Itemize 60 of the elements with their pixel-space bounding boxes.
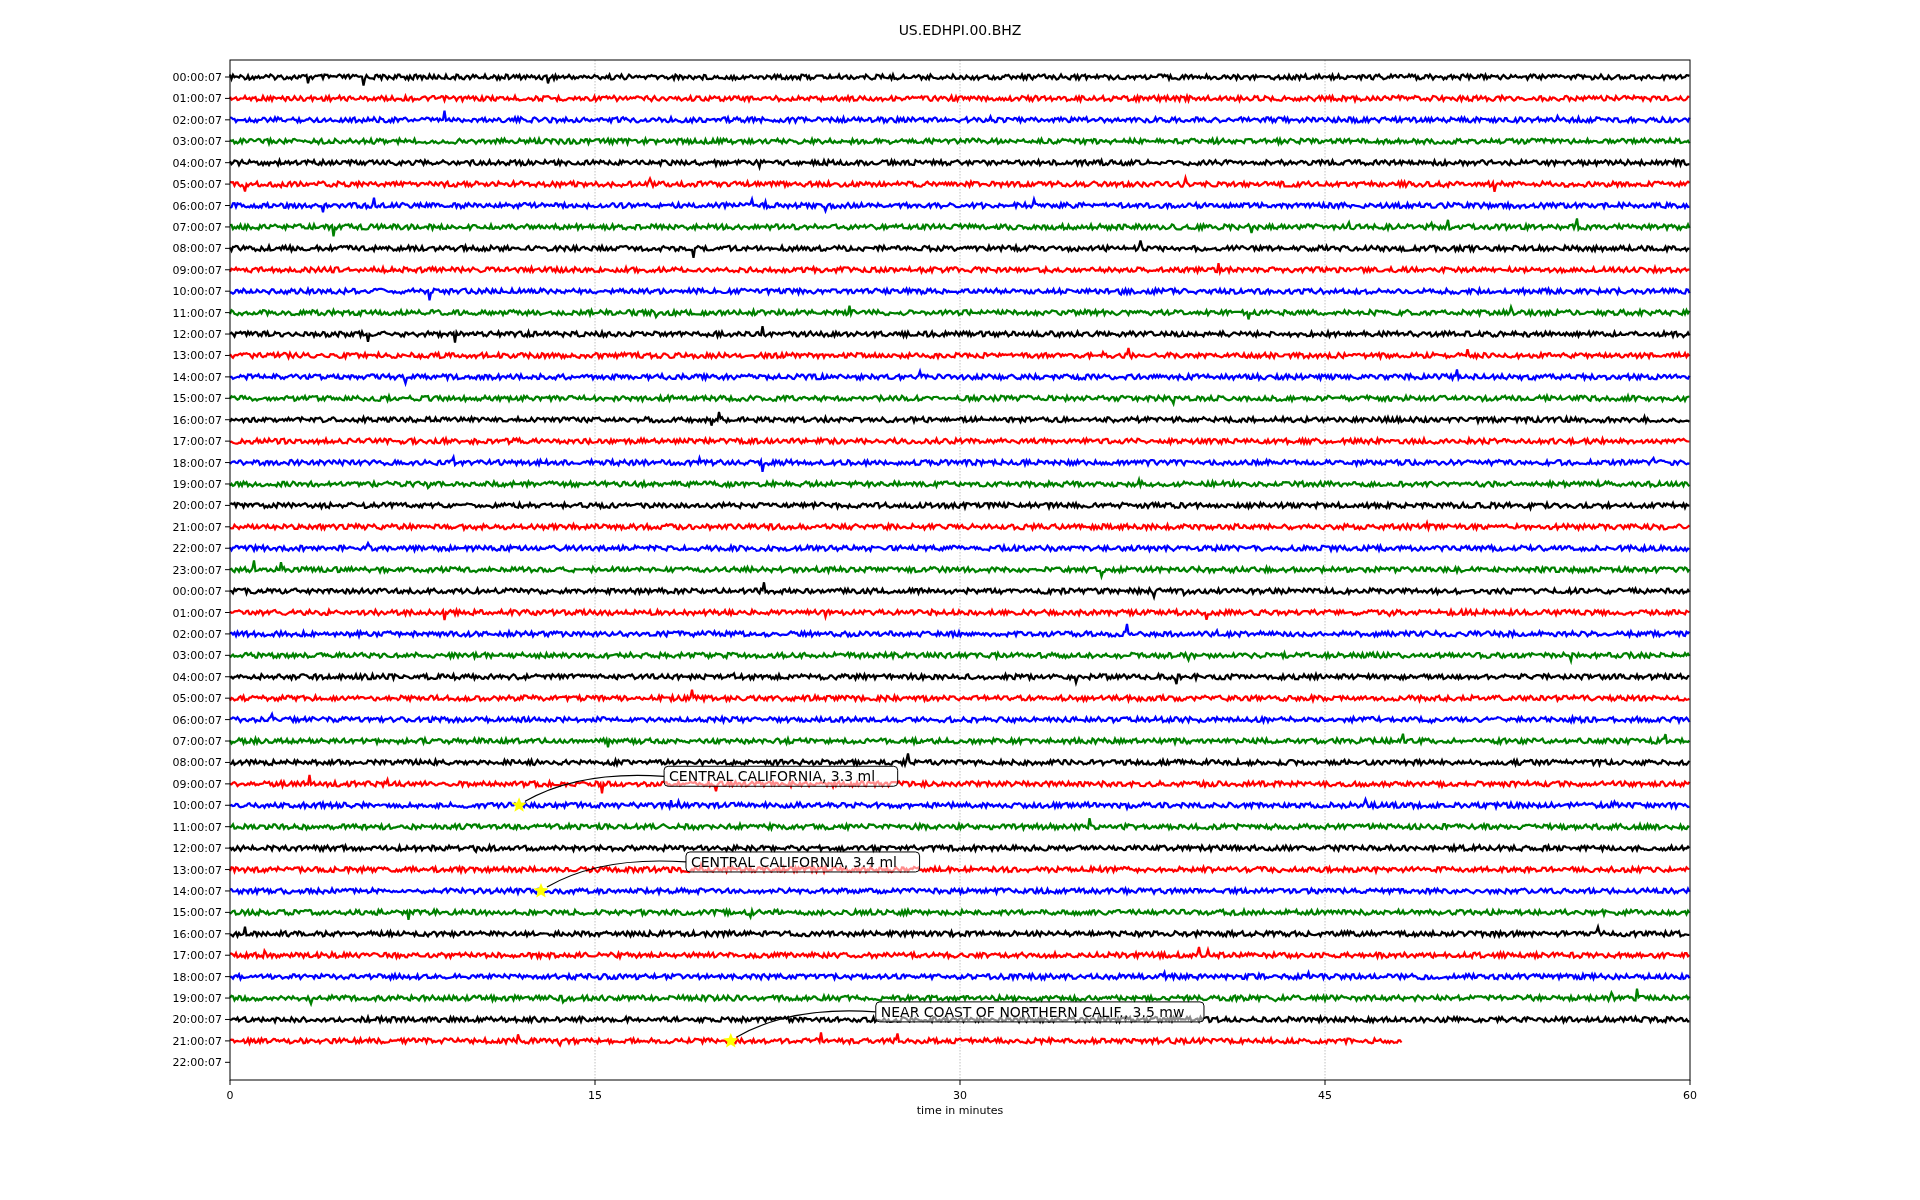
tick-label: 15 xyxy=(588,1089,602,1102)
tick-label: 16:00:07 xyxy=(172,413,222,427)
tick-label: 22:00:07 xyxy=(172,1056,222,1070)
tick-label: 10:00:07 xyxy=(172,285,222,299)
tick-label: 02:00:07 xyxy=(172,113,222,127)
tick-label: 18:00:07 xyxy=(172,456,222,470)
tick-label: 08:00:07 xyxy=(172,242,222,256)
tick-label: 19:00:07 xyxy=(172,992,222,1006)
tick-label: 12:00:07 xyxy=(172,842,222,856)
tick-label: 07:00:07 xyxy=(172,735,222,748)
tick-label: 15:00:07 xyxy=(172,906,222,920)
tick-label: 18:00:07 xyxy=(172,970,222,984)
tick-label: 03:00:07 xyxy=(172,135,222,149)
tick-label: 04:00:07 xyxy=(172,156,222,170)
tick-label: 09:00:07 xyxy=(172,263,222,277)
tick-label: 13:00:07 xyxy=(172,349,222,363)
tick-label: 30 xyxy=(953,1089,967,1102)
tick-label: 21:00:07 xyxy=(172,520,222,534)
tick-label: 01:00:07 xyxy=(172,92,222,106)
tick-label: 22:00:07 xyxy=(172,542,222,556)
tick-label: 07:00:07 xyxy=(172,220,222,234)
tick-label: 00:00:07 xyxy=(172,585,222,599)
tick-label: 04:00:07 xyxy=(172,670,222,684)
star-icon xyxy=(511,797,527,812)
star-icon xyxy=(723,1032,739,1048)
tick-label: 05:00:07 xyxy=(172,178,222,192)
tick-label: 60 xyxy=(1683,1089,1697,1102)
tick-label: 06:00:07 xyxy=(172,713,222,727)
tick-label: 11:00:07 xyxy=(172,820,222,834)
tick-label: 08:00:07 xyxy=(172,756,222,770)
tick-label: 20:00:07 xyxy=(172,1013,222,1027)
tick-label: 0 xyxy=(226,1089,234,1102)
tick-label: 23:00:07 xyxy=(172,563,222,577)
tick-label: 17:00:07 xyxy=(172,435,222,449)
tick-label: 03:00:07 xyxy=(172,649,222,663)
tick-label: 15:00:07 xyxy=(172,392,222,406)
tick-label: 14:00:07 xyxy=(172,370,222,384)
annotation-label: CENTRAL CALIFORNIA, 3.3 ml xyxy=(663,765,899,787)
tick-label: 13:00:07 xyxy=(172,863,222,877)
tick-label: 12:00:07 xyxy=(172,328,222,342)
axis-label: time in minutes xyxy=(916,1104,1004,1117)
tick-label: 02:00:07 xyxy=(172,627,222,641)
tick-label: 06:00:07 xyxy=(172,199,222,213)
tick-label: 01:00:07 xyxy=(172,606,222,620)
tick-label: 09:00:07 xyxy=(172,777,222,791)
tick-label: 17:00:07 xyxy=(172,949,222,963)
tick-label: 11:00:07 xyxy=(172,306,222,320)
star-icon xyxy=(533,883,549,898)
annotation-label: NEAR COAST OF NORTHERN CALIF., 3.5 mw xyxy=(875,1001,1205,1023)
tick-label: 19:00:07 xyxy=(172,478,222,491)
tick-label: 16:00:07 xyxy=(172,927,222,941)
tick-label: 10:00:07 xyxy=(172,799,222,813)
tick-label: 45 xyxy=(1318,1089,1332,1102)
tick-label: 00:00:07 xyxy=(172,71,222,84)
tick-label: 05:00:07 xyxy=(172,692,222,706)
chart-title: US.EDHPI.00.BHZ xyxy=(898,22,1022,38)
tick-label: 14:00:07 xyxy=(172,884,222,898)
annotation-label: CENTRAL CALIFORNIA, 3.4 ml xyxy=(685,851,921,873)
tick-label: 20:00:07 xyxy=(172,499,222,513)
tick-label: 21:00:07 xyxy=(172,1034,222,1048)
